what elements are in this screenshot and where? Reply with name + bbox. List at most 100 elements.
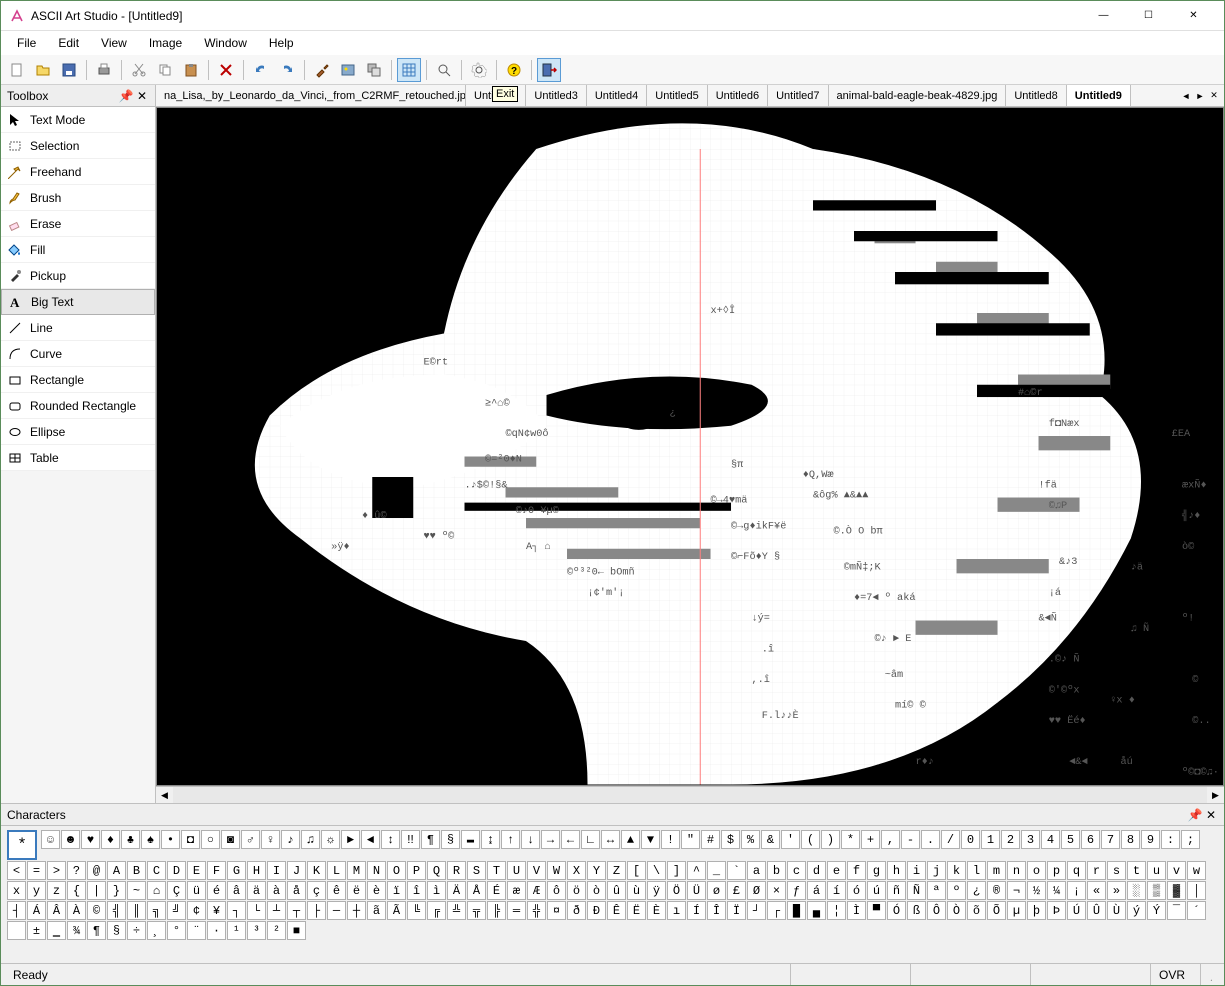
char-cell[interactable]: ^ <box>687 861 706 880</box>
copy-button[interactable] <box>153 58 177 82</box>
char-cell[interactable]: A <box>107 861 126 880</box>
char-cell[interactable]: ! <box>661 830 680 849</box>
redo-button[interactable] <box>275 58 299 82</box>
char-cell[interactable]: : <box>1161 830 1180 849</box>
char-cell[interactable]: þ <box>1027 901 1046 920</box>
char-cell[interactable]: I <box>267 861 286 880</box>
char-cell[interactable]: d <box>807 861 826 880</box>
document-tab[interactable]: Untitled7 <box>768 85 828 106</box>
char-cell[interactable]: ║ <box>127 901 146 920</box>
char-cell[interactable]: Ô <box>927 901 946 920</box>
char-cell[interactable]: c <box>787 861 806 880</box>
char-cell[interactable]: Þ <box>1047 901 1066 920</box>
char-cell[interactable]: # <box>701 830 720 849</box>
pin-icon[interactable]: 📌 <box>119 89 133 103</box>
char-cell[interactable]: ü <box>187 881 206 900</box>
char-cell[interactable]: è <box>367 881 386 900</box>
char-cell[interactable]: ¶ <box>421 830 440 849</box>
char-cell[interactable]: â <box>227 881 246 900</box>
char-cell[interactable]: ♫ <box>301 830 320 849</box>
char-cell[interactable]: Ì <box>847 901 866 920</box>
char-cell[interactable]: ƒ <box>787 881 806 900</box>
char-cell[interactable]: F <box>207 861 226 880</box>
char-cell[interactable]: ▬ <box>461 830 480 849</box>
tool-fill[interactable]: Fill <box>1 237 155 263</box>
char-cell[interactable]: ª <box>927 881 946 900</box>
char-cell[interactable]: ç <box>307 881 326 900</box>
char-cell[interactable]: ↨ <box>481 830 500 849</box>
char-cell[interactable]: ¬ <box>1007 881 1026 900</box>
char-cell[interactable]: ³ <box>247 921 266 940</box>
char-cell[interactable]: ÷ <box>127 921 146 940</box>
char-cell[interactable]: ± <box>27 921 46 940</box>
char-cell[interactable]: k <box>947 861 966 880</box>
char-cell[interactable]: ´ <box>1187 901 1206 920</box>
char-cell[interactable]: ▓ <box>1167 881 1186 900</box>
char-cell[interactable]: Â <box>47 901 66 920</box>
char-cell[interactable]: Ê <box>607 901 626 920</box>
char-cell[interactable]: Õ <box>987 901 1006 920</box>
char-cell[interactable]: ├ <box>307 901 326 920</box>
char-cell[interactable]: S <box>467 861 486 880</box>
char-cell[interactable]: } <box>107 881 126 900</box>
char-cell[interactable]: r <box>1087 861 1106 880</box>
horizontal-scrollbar[interactable]: ◀ ▶ <box>156 786 1224 803</box>
char-cell[interactable]: ░ <box>1127 881 1146 900</box>
char-cell[interactable]: § <box>107 921 126 940</box>
char-cell[interactable]: V <box>527 861 546 880</box>
char-cell[interactable]: Ä <box>447 881 466 900</box>
char-cell[interactable]: ♀ <box>261 830 280 849</box>
char-cell[interactable]: ► <box>341 830 360 849</box>
char-cell[interactable]: ♂ <box>241 830 260 849</box>
char-cell[interactable]: w <box>1187 861 1206 880</box>
char-cell[interactable]: J <box>287 861 306 880</box>
char-cell[interactable]: 9 <box>1141 830 1160 849</box>
char-cell[interactable]: £ <box>727 881 746 900</box>
menu-window[interactable]: Window <box>194 33 257 53</box>
char-cell[interactable]: ó <box>847 881 866 900</box>
char-cell[interactable]: Ñ <box>907 881 926 900</box>
char-cell[interactable]: ¼ <box>1047 881 1066 900</box>
tab-next-button[interactable]: ► <box>1194 91 1206 101</box>
char-cell[interactable]: < <box>7 861 26 880</box>
resize-grip[interactable] <box>1200 964 1220 985</box>
char-cell[interactable]: % <box>741 830 760 849</box>
char-cell[interactable]: õ <box>967 901 986 920</box>
char-cell[interactable]: ♥ <box>81 830 100 849</box>
char-cell[interactable]: µ <box>1007 901 1026 920</box>
char-cell[interactable]: ~ <box>127 881 146 900</box>
char-cell[interactable]: + <box>861 830 880 849</box>
char-cell[interactable]: D <box>167 861 186 880</box>
char-cell[interactable]: ‼ <box>401 830 420 849</box>
tool-pickup[interactable]: Pickup <box>1 263 155 289</box>
char-cell[interactable]: > <box>47 861 66 880</box>
char-cell[interactable]: ◙ <box>221 830 240 849</box>
char-cell[interactable]: » <box>1107 881 1126 900</box>
char-cell[interactable]: p <box>1047 861 1066 880</box>
char-cell[interactable]: ∟ <box>581 830 600 849</box>
char-cell[interactable]: 7 <box>1101 830 1120 849</box>
char-cell[interactable]: å <box>287 881 306 900</box>
char-cell[interactable]: í <box>827 881 846 900</box>
char-cell[interactable]: Q <box>427 861 446 880</box>
char-cell[interactable]: ○ <box>201 830 220 849</box>
char-cell[interactable]: § <box>441 830 460 849</box>
tool-select[interactable]: Selection <box>1 133 155 159</box>
char-cell[interactable]: & <box>761 830 780 849</box>
char-cell[interactable]: 4 <box>1041 830 1060 849</box>
char-cell[interactable]: ▲ <box>621 830 640 849</box>
char-cell[interactable]: L <box>327 861 346 880</box>
char-cell[interactable]: Ë <box>627 901 646 920</box>
char-cell[interactable]: ╣ <box>107 901 126 920</box>
char-cell[interactable]: È <box>647 901 666 920</box>
char-cell[interactable]: ­ <box>7 921 26 940</box>
char-cell[interactable]: = <box>27 861 46 880</box>
tool-curve[interactable]: Curve <box>1 341 155 367</box>
char-cell[interactable]: ↔ <box>601 830 620 849</box>
char-cell[interactable]: ® <box>987 881 1006 900</box>
char-cell[interactable]: a <box>747 861 766 880</box>
char-cell[interactable]: ┘ <box>747 901 766 920</box>
char-cell[interactable]: f <box>847 861 866 880</box>
menu-view[interactable]: View <box>91 33 137 53</box>
char-cell[interactable]: ╩ <box>447 901 466 920</box>
